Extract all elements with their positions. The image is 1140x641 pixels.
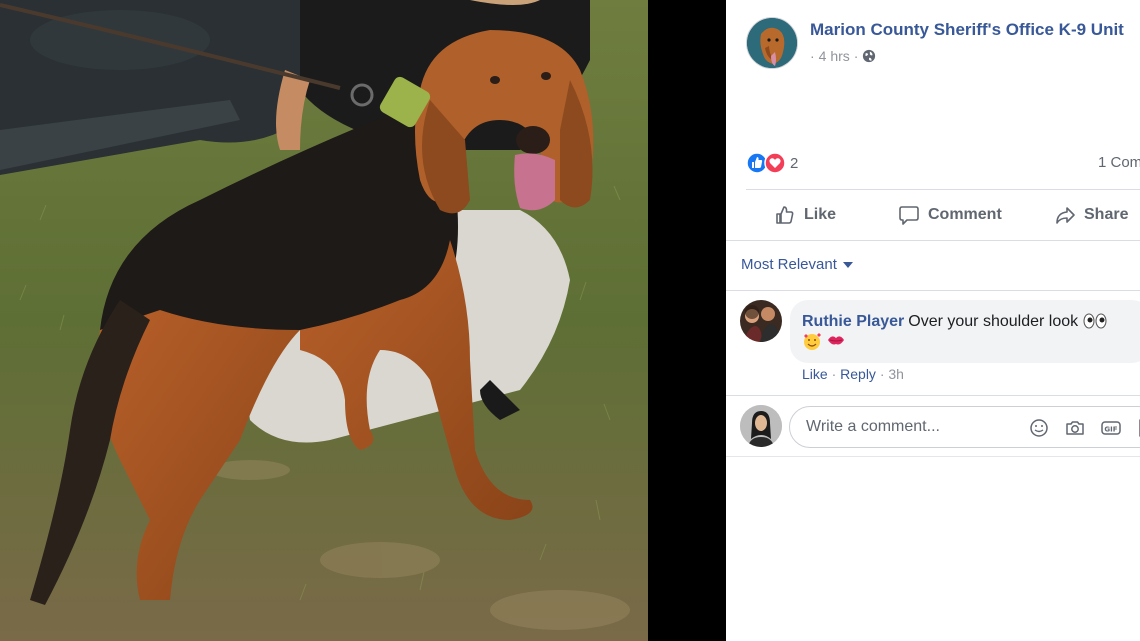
comment-input[interactable]: Write a comment... GIF <box>789 406 1140 448</box>
bloodhound-photo <box>0 0 648 641</box>
comment-reply-link[interactable]: Reply <box>840 366 876 382</box>
post-meta: · 4 hrs · <box>810 48 876 64</box>
divider <box>726 456 1140 457</box>
share-button[interactable]: Share <box>1054 190 1128 240</box>
comment-input-placeholder: Write a comment... <box>806 418 940 435</box>
emoji-icon[interactable] <box>1028 417 1050 439</box>
comment-action-dot: · <box>831 366 837 382</box>
like-button[interactable]: Like <box>774 190 836 240</box>
comment-count-link[interactable]: 1 Comm <box>1098 154 1140 171</box>
globe-icon[interactable] <box>862 49 876 63</box>
like-button-label: Like <box>804 206 837 223</box>
current-user-avatar[interactable] <box>740 405 782 447</box>
sticker-icon[interactable] <box>1136 417 1140 439</box>
page-avatar[interactable] <box>746 17 798 69</box>
comment-sort-label: Most Relevant <box>741 256 837 273</box>
comment-time[interactable]: 3h <box>888 366 904 382</box>
kiss-mark-emoji <box>828 336 845 345</box>
love-reaction-icon <box>764 152 786 174</box>
share-button-label: Share <box>1084 206 1129 223</box>
reaction-count: 2 <box>790 154 799 172</box>
comment-button-label: Comment <box>928 206 1002 223</box>
commenter-avatar[interactable] <box>740 300 782 342</box>
meta-dot: · <box>810 48 815 64</box>
meta-dot-2: · <box>853 48 859 64</box>
smiling-hearts-emoji <box>804 333 821 350</box>
comment-action-dot-2: · <box>879 366 885 382</box>
comment-button[interactable]: Comment <box>898 190 1002 240</box>
divider <box>726 240 1140 241</box>
comment-composer: Write a comment... GIF <box>740 404 1140 448</box>
gif-icon[interactable]: GIF <box>1100 417 1122 439</box>
comment-bubble-icon <box>899 206 919 225</box>
caret-down-icon <box>842 261 853 268</box>
comment-text: Over your shoulder look <box>908 313 1079 330</box>
post-panel: Marion County Sheriff's Office K-9 Unit … <box>726 0 1140 641</box>
comment-like-link[interactable]: Like <box>802 366 828 382</box>
comment-sort-dropdown[interactable]: Most Relevant <box>741 256 853 273</box>
post-time[interactable]: 4 hrs <box>819 48 850 64</box>
thumbs-up-icon <box>776 206 794 224</box>
divider <box>726 395 1140 396</box>
reactions-summary[interactable]: 2 1 Comm <box>746 150 1140 176</box>
eyes-emoji <box>1083 313 1107 329</box>
comment-bubble: Ruthie Player Over your shoulder look <box>790 300 1140 363</box>
viewer-gutter <box>648 0 726 641</box>
post-action-bar: Like Comment Share <box>746 190 1140 240</box>
svg-text:GIF: GIF <box>1104 426 1117 434</box>
comment-author-link[interactable]: Ruthie Player <box>802 313 904 330</box>
comment-actions: Like · Reply · 3h <box>802 366 904 382</box>
post-photo[interactable] <box>0 0 648 641</box>
share-arrow-icon <box>1056 207 1075 224</box>
post-header: Marion County Sheriff's Office K-9 Unit … <box>746 16 1140 72</box>
divider <box>726 290 1140 291</box>
page-name-link[interactable]: Marion County Sheriff's Office K-9 Unit <box>810 20 1124 40</box>
composer-icons: GIF <box>1028 417 1140 439</box>
camera-icon[interactable] <box>1064 417 1086 439</box>
